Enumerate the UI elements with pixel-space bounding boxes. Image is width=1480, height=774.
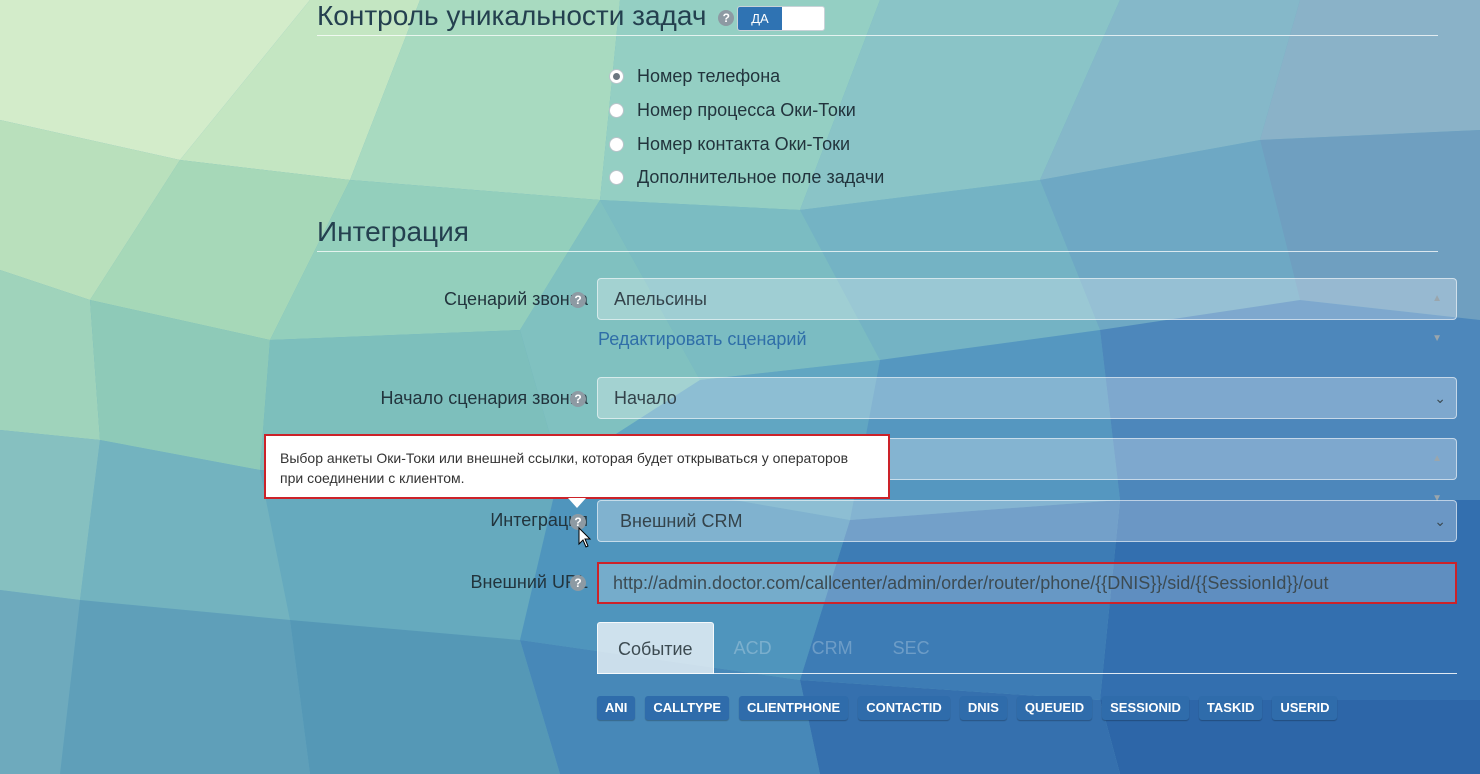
tab-sec[interactable]: SEC: [873, 622, 950, 674]
variable-button-sessionid[interactable]: SESSIONID: [1102, 696, 1189, 720]
variable-button-clientphone[interactable]: CLIENTPHONE: [739, 696, 849, 720]
select-arrows-icon: ▲ ▼: [1432, 293, 1442, 344]
radio-option-contact[interactable]: Номер контакта Оки-Токи: [609, 132, 850, 156]
integration-type-select[interactable]: Внешний CRM ⌄: [597, 500, 1457, 542]
radio-option-process[interactable]: Номер процесса Оки-Токи: [609, 98, 856, 122]
scenario-label: Сценарий звонка: [443, 289, 588, 309]
uniqueness-section-title: Контроль уникальности задач ?: [317, 0, 735, 32]
scenario-start-label: Начало сценария звонка: [380, 388, 588, 408]
integration-section-title: Интеграция: [317, 216, 469, 247]
tooltip-arrow: [568, 498, 586, 508]
uniqueness-title-text: Контроль уникальности задач: [317, 0, 707, 31]
help-tooltip: Выбор анкеты Оки-Токи или внешней ссылки…: [264, 434, 890, 499]
scenario-start-select[interactable]: Начало ⌄: [597, 377, 1457, 419]
radio-option-phone[interactable]: Номер телефона: [609, 64, 780, 88]
tab-crm[interactable]: CRM: [792, 622, 873, 674]
variable-button-contactid[interactable]: CONTACTID: [858, 696, 950, 720]
section-divider: [317, 251, 1438, 252]
radio-button[interactable]: [609, 169, 624, 185]
radio-button[interactable]: [609, 136, 624, 152]
chevron-down-icon: ⌄: [1434, 513, 1446, 529]
integration-type-value: Внешний CRM: [620, 511, 743, 531]
uniqueness-toggle[interactable]: ДА: [737, 6, 825, 31]
mouse-cursor-icon: [578, 527, 592, 548]
event-tabs: Событие ACD CRM SEC: [597, 622, 950, 674]
radio-label: Дополнительное поле задачи: [637, 166, 885, 187]
radio-option-extra-field[interactable]: Дополнительное поле задачи: [609, 165, 884, 189]
variable-buttons: ANI CALLTYPE CLIENTPHONE CONTACTID DNIS …: [597, 696, 1347, 720]
help-icon[interactable]: ?: [570, 391, 586, 407]
tabs-underline: [597, 673, 1457, 674]
radio-label: Номер телефона: [637, 65, 781, 86]
scenario-start-value: Начало: [614, 388, 677, 408]
radio-button[interactable]: [609, 68, 624, 84]
radio-button[interactable]: [609, 102, 624, 118]
radio-label: Номер процесса Оки-Токи: [637, 99, 856, 120]
chevron-down-icon: ⌄: [1434, 390, 1446, 406]
scenario-value: Апельсины: [614, 289, 707, 309]
scenario-select[interactable]: Апельсины ▲ ▼: [597, 278, 1457, 344]
external-url-input[interactable]: http://admin.doctor.com/callcenter/admin…: [597, 562, 1457, 604]
radio-label: Номер контакта Оки-Токи: [637, 133, 851, 154]
section-divider: [317, 35, 1438, 36]
tab-acd[interactable]: ACD: [714, 622, 792, 674]
tab-event[interactable]: Событие: [597, 622, 714, 674]
variable-button-dnis[interactable]: DNIS: [959, 696, 1007, 720]
edit-scenario-link[interactable]: Редактировать сценарий: [598, 329, 807, 350]
toggle-on-label: ДА: [738, 7, 782, 30]
variable-button-ani[interactable]: ANI: [597, 696, 636, 720]
variable-button-queueid[interactable]: QUEUEID: [1016, 696, 1093, 720]
help-icon[interactable]: ?: [718, 9, 735, 26]
help-icon[interactable]: ?: [570, 575, 586, 591]
variable-button-userid[interactable]: USERID: [1272, 696, 1338, 720]
help-icon[interactable]: ?: [570, 292, 586, 308]
variable-button-taskid[interactable]: TASKID: [1198, 696, 1263, 720]
variable-button-calltype[interactable]: CALLTYPE: [645, 696, 730, 720]
